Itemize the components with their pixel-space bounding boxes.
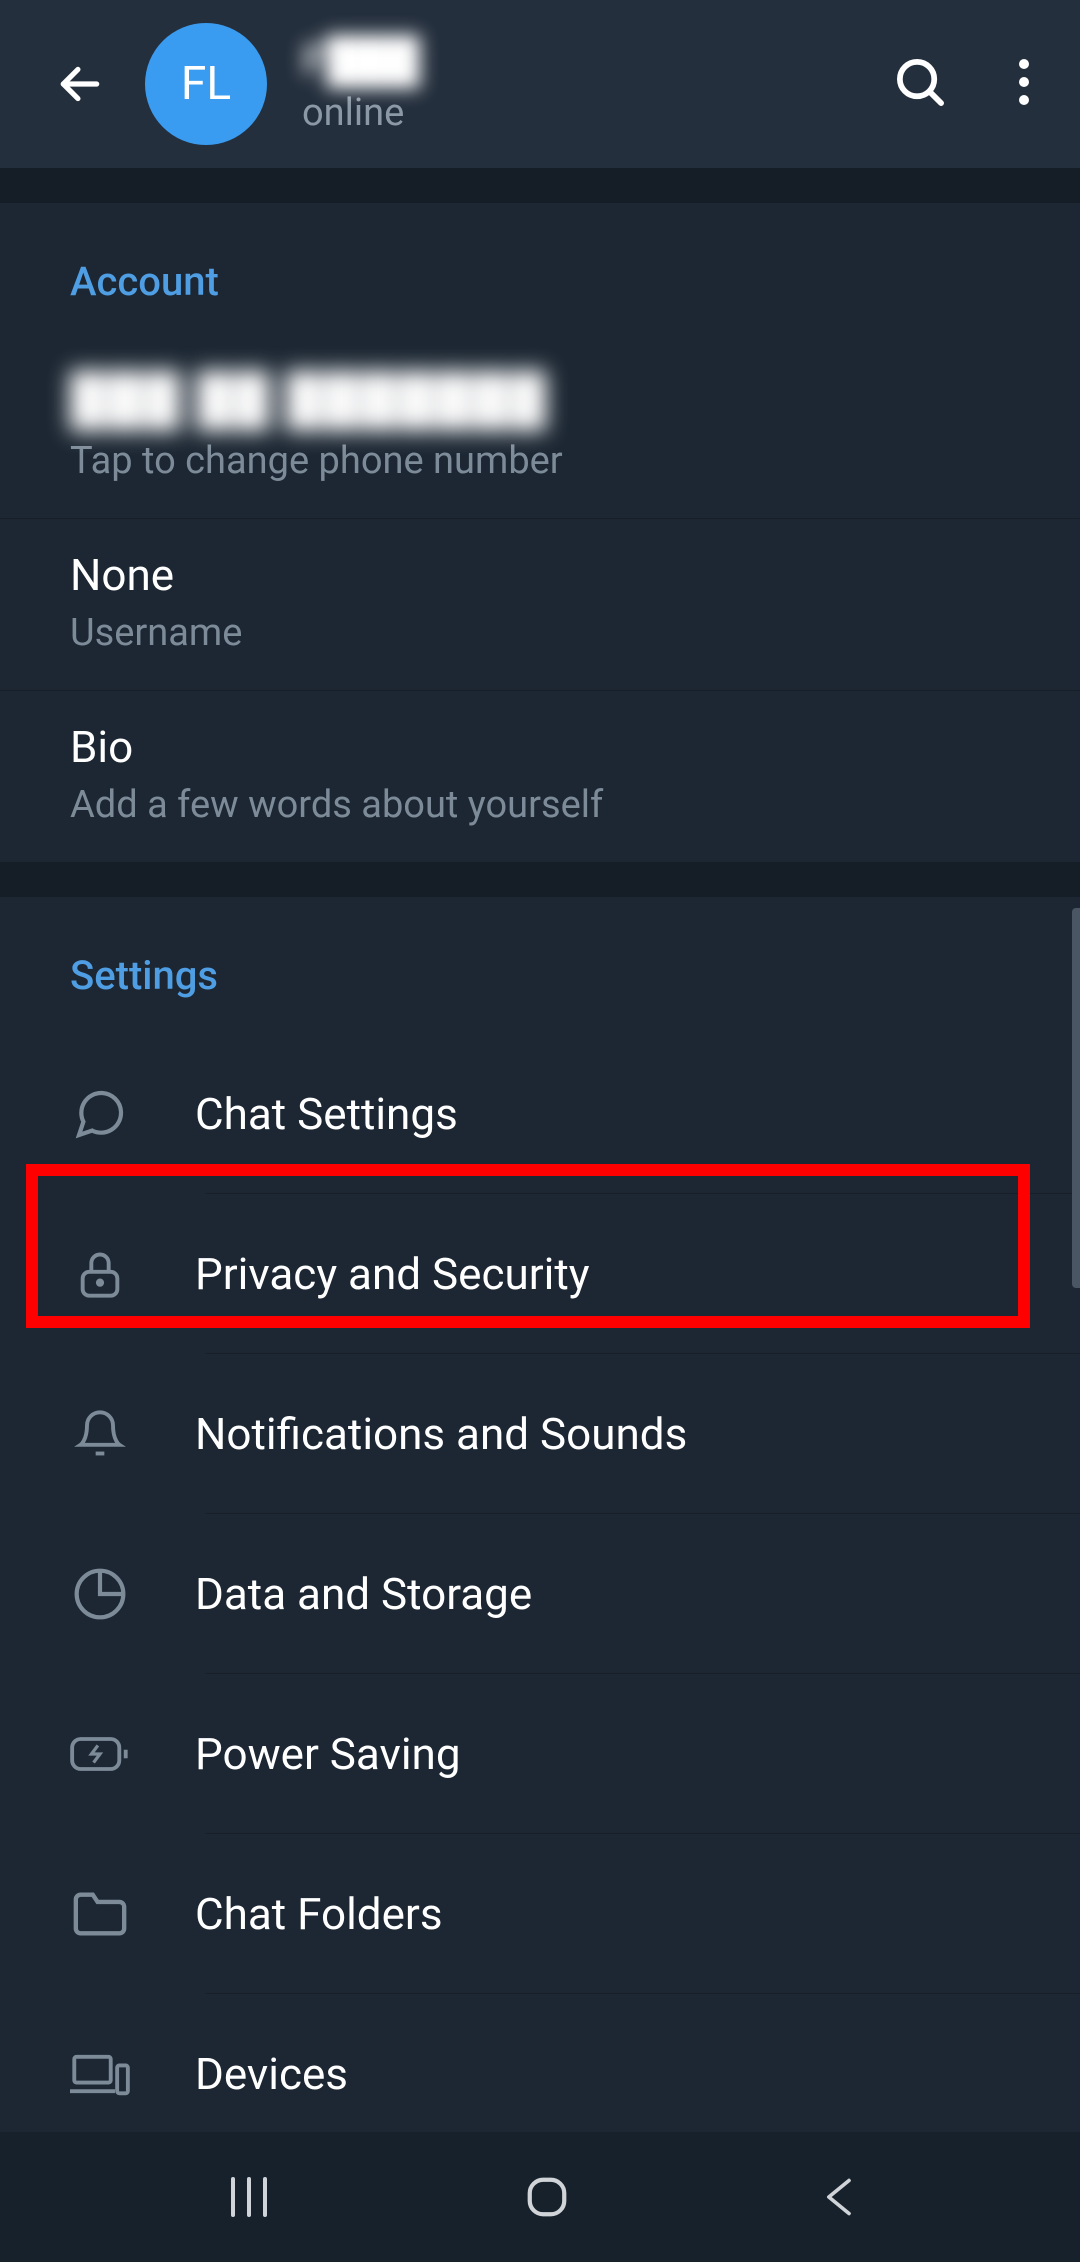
settings-devices[interactable]: Devices: [0, 1994, 1080, 2132]
scrollbar[interactable]: [1072, 908, 1080, 1288]
search-icon: [893, 55, 948, 110]
back-button[interactable]: [50, 54, 110, 114]
settings-item-label: Notifications and Sounds: [195, 1408, 687, 1460]
folder-icon: [70, 1884, 130, 1944]
account-bio-item[interactable]: Bio Add a few words about yourself: [0, 691, 1080, 862]
nav-back-button[interactable]: [821, 2175, 855, 2219]
settings-item-label: Devices: [195, 2048, 348, 2100]
settings-section: Settings Chat Settings Privacy and Secur…: [0, 897, 1080, 2132]
chat-icon: [70, 1084, 130, 1144]
settings-chat[interactable]: Chat Settings: [0, 1034, 1080, 1194]
settings-item-label: Chat Settings: [195, 1088, 458, 1140]
account-bio-label: Add a few words about yourself: [70, 783, 1010, 827]
devices-icon: [70, 2044, 130, 2104]
account-username-item[interactable]: None Username: [0, 519, 1080, 691]
arrow-left-icon: [55, 59, 105, 109]
pie-icon: [70, 1564, 130, 1624]
search-button[interactable]: [893, 55, 948, 114]
settings-item-label: Privacy and Security: [195, 1248, 590, 1300]
account-phone-item[interactable]: ███ ██ ███████ Tap to change phone numbe…: [0, 340, 1080, 519]
settings-data-storage[interactable]: Data and Storage: [0, 1514, 1080, 1674]
recent-icon: [225, 2175, 273, 2219]
account-bio-value: Bio: [70, 721, 1010, 773]
settings-section-title: Settings: [0, 897, 1080, 1034]
account-section-title: Account: [0, 203, 1080, 340]
account-phone-label: Tap to change phone number: [70, 439, 1010, 483]
section-divider: [0, 862, 1080, 897]
settings-item-label: Chat Folders: [195, 1888, 443, 1940]
system-nav-bar: [0, 2132, 1080, 2262]
section-divider: [0, 168, 1080, 203]
settings-notifications[interactable]: Notifications and Sounds: [0, 1354, 1080, 1514]
account-username-value: None: [70, 549, 1010, 601]
account-phone-value: ███ ██ ███████: [70, 370, 1010, 429]
settings-power-saving[interactable]: Power Saving: [0, 1674, 1080, 1834]
app-header: FL F███ online: [0, 0, 1080, 168]
account-section: Account ███ ██ ███████ Tap to change pho…: [0, 203, 1080, 862]
nav-recent-button[interactable]: [225, 2175, 273, 2219]
chevron-left-icon: [821, 2175, 855, 2219]
bell-icon: [70, 1404, 130, 1464]
avatar[interactable]: FL: [145, 23, 267, 145]
settings-privacy[interactable]: Privacy and Security: [0, 1194, 1080, 1354]
nav-home-button[interactable]: [524, 2174, 570, 2220]
settings-item-label: Data and Storage: [195, 1568, 532, 1620]
settings-item-label: Power Saving: [195, 1728, 461, 1780]
more-vertical-icon: [1018, 57, 1030, 107]
profile-name: F███: [302, 34, 858, 86]
battery-icon: [70, 1724, 130, 1784]
header-info[interactable]: F███ online: [302, 34, 858, 135]
account-username-label: Username: [70, 611, 1010, 655]
more-button[interactable]: [1018, 57, 1030, 111]
settings-chat-folders[interactable]: Chat Folders: [0, 1834, 1080, 1994]
home-icon: [524, 2174, 570, 2220]
profile-status: online: [302, 91, 858, 135]
lock-icon: [70, 1244, 130, 1304]
header-actions: [893, 55, 1030, 114]
